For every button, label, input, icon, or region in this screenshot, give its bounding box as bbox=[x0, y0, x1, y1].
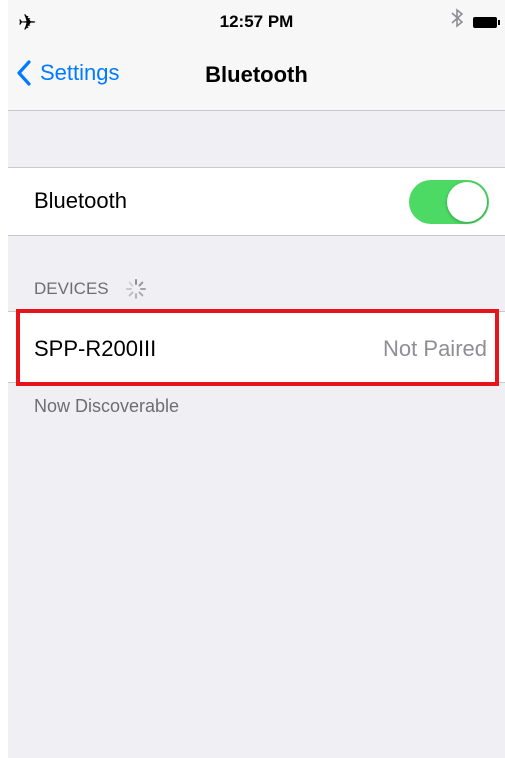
devices-section-header: DEVICES bbox=[34, 278, 147, 300]
devices-header-label: DEVICES bbox=[34, 279, 109, 298]
loading-spinner-icon bbox=[125, 279, 146, 299]
toggle-knob bbox=[447, 182, 487, 222]
page-title: Bluetooth bbox=[205, 62, 308, 87]
status-bar: ✈ 12:57 PM bbox=[8, 0, 505, 40]
bluetooth-icon bbox=[451, 8, 464, 34]
bluetooth-cell: Bluetooth bbox=[8, 167, 505, 236]
bluetooth-label: Bluetooth bbox=[34, 188, 127, 213]
bluetooth-toggle[interactable] bbox=[409, 180, 489, 224]
status-time: 12:57 PM bbox=[219, 12, 294, 31]
screen: ✈ 12:57 PM Settings Bluetooth Bluetooth … bbox=[8, 0, 505, 758]
device-name: SPP-R200III bbox=[34, 336, 157, 361]
discoverable-footer: Now Discoverable bbox=[34, 396, 180, 416]
battery-icon bbox=[473, 17, 500, 28]
navigation-bar: Settings Bluetooth bbox=[8, 40, 505, 111]
device-row-spp-r200iii[interactable]: SPP-R200III Not Paired bbox=[8, 311, 505, 383]
device-pairing-status: Not Paired bbox=[383, 336, 487, 361]
